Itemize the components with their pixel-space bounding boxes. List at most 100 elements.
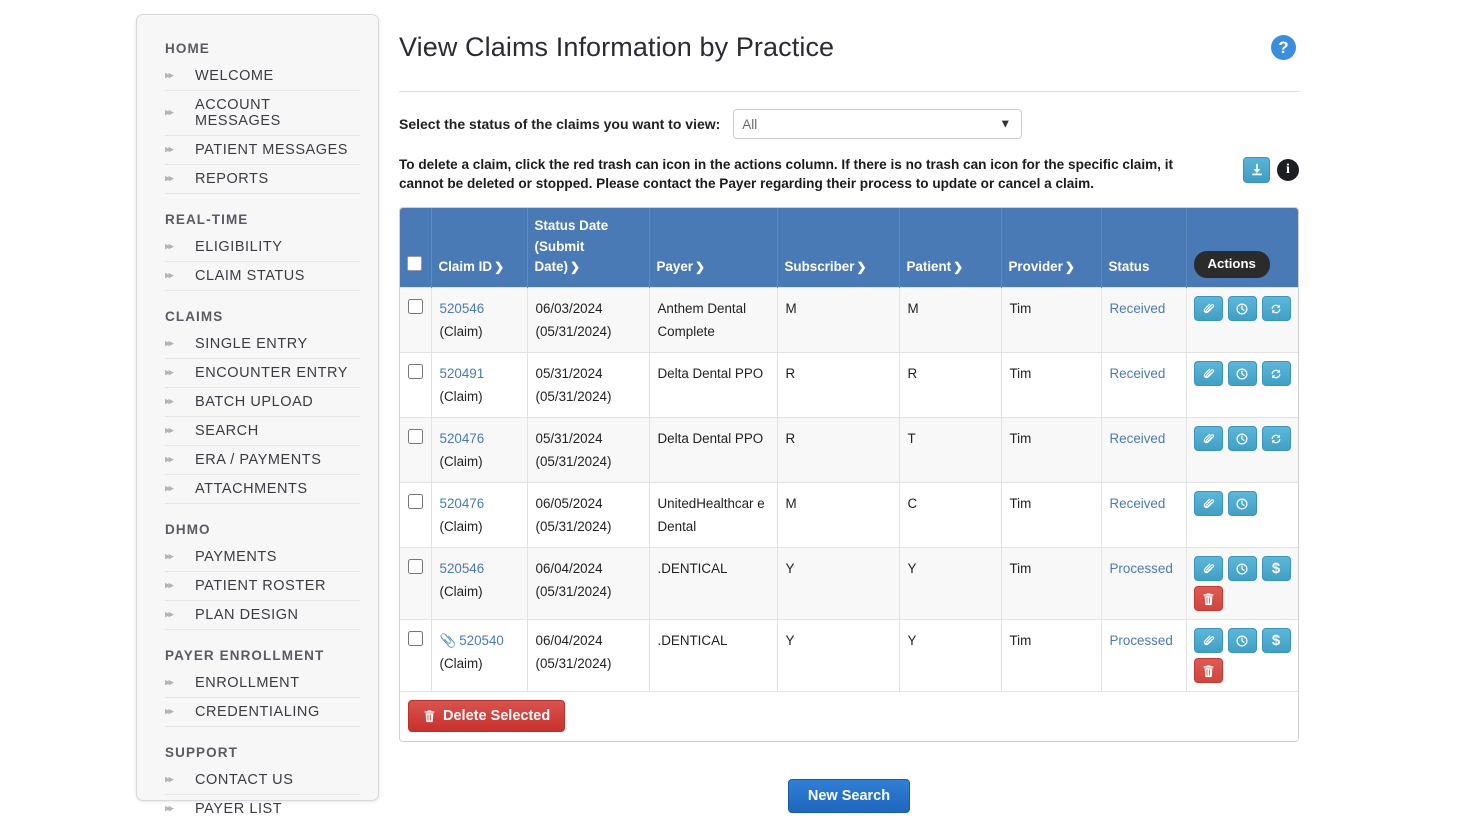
cell-payer: .DENTICAL <box>649 619 778 692</box>
status-badge[interactable]: Received <box>1110 496 1166 511</box>
info-circle-icon[interactable]: i <box>1277 159 1299 182</box>
status-date-value: 05/31/2024 <box>535 431 603 447</box>
status-date-value: 06/05/2024 <box>535 496 603 512</box>
column-header-subscriber[interactable]: Subscriber ❯ <box>777 207 900 288</box>
status-badge[interactable]: Processed <box>1110 633 1173 648</box>
chevron-right-icon: ▸▸ <box>165 579 174 592</box>
refresh-action-button[interactable] <box>1261 361 1291 387</box>
cell-claim-id: 520546 (Claim) <box>431 547 528 620</box>
sidebar-item-reports[interactable]: ▸▸ REPORTS <box>165 165 360 194</box>
claim-id-link[interactable]: 520540 <box>459 633 504 648</box>
sidebar-item-single-entry[interactable]: ▸▸ SINGLE ENTRY <box>165 330 360 359</box>
action-buttons <box>1193 426 1294 452</box>
column-header-actions: Actions <box>1186 207 1298 288</box>
claim-id-link[interactable]: 520546 <box>440 301 485 316</box>
history-action-button[interactable] <box>1227 426 1257 452</box>
sidebar-item-eligibility[interactable]: ▸▸ ELIGIBILITY <box>165 233 360 262</box>
status-badge[interactable]: Received <box>1110 366 1166 381</box>
column-header-patient[interactable]: Patient ❯ <box>899 207 1002 288</box>
history-action-button[interactable] <box>1227 361 1257 387</box>
attachment-action-button[interactable] <box>1193 628 1223 654</box>
sidebar-item-enrollment[interactable]: ▸▸ ENROLLMENT <box>165 669 360 698</box>
attachment-action-button[interactable] <box>1193 296 1223 322</box>
status-badge[interactable]: Received <box>1110 431 1166 446</box>
sidebar-item-label: CONTACT US <box>195 772 294 788</box>
row-select-checkbox[interactable] <box>408 494 423 510</box>
sidebar-item-account-messages[interactable]: ▸▸ ACCOUNT MESSAGES <box>165 91 360 136</box>
row-select-checkbox[interactable] <box>408 631 423 647</box>
refresh-action-button[interactable] <box>1261 426 1291 452</box>
history-action-button[interactable] <box>1227 296 1257 322</box>
row-select-cell <box>400 417 432 483</box>
row-select-checkbox[interactable] <box>408 559 423 575</box>
row-select-checkbox[interactable] <box>408 429 423 445</box>
attachment-action-button[interactable] <box>1193 556 1223 582</box>
row-select-checkbox[interactable] <box>408 299 423 315</box>
sort-arrow-icon: ❯ <box>569 260 581 275</box>
history-action-button[interactable] <box>1227 556 1257 582</box>
column-header-status-date[interactable]: Status Date (Submit Date) ❯ <box>527 207 650 288</box>
status-badge[interactable]: Received <box>1110 301 1166 316</box>
sidebar-item-contact-us[interactable]: ▸▸ CONTACT US <box>165 766 360 795</box>
column-header-patient-label: Patient <box>906 259 952 275</box>
sidebar-item-claim-status[interactable]: ▸▸ CLAIM STATUS <box>165 262 360 291</box>
submit-date-value: (05/31/2024) <box>535 584 612 600</box>
attachment-action-button[interactable] <box>1193 361 1223 387</box>
column-header-provider[interactable]: Provider ❯ <box>1001 207 1102 288</box>
trash-action-button[interactable] <box>1193 658 1223 684</box>
dollar-action-button[interactable]: $ <box>1261 628 1291 654</box>
status-filter-label: Select the status of the claims you want… <box>399 116 721 133</box>
new-search-button[interactable]: New Search <box>787 779 911 814</box>
history-icon <box>1235 634 1249 648</box>
question-circle-icon[interactable]: ? <box>1271 35 1296 61</box>
sidebar-item-batch-upload[interactable]: ▸▸ BATCH UPLOAD <box>165 388 360 417</box>
notice-row: To delete a claim, click the red trash c… <box>399 155 1299 194</box>
column-header-claim-id[interactable]: Claim ID ❯ <box>431 207 528 288</box>
column-header-status-label: Status <box>1108 259 1150 275</box>
sidebar-group-claims: CLAIMS ▸▸ SINGLE ENTRY ▸▸ ENCOUNTER ENTRY ▸▸ B… <box>137 301 378 514</box>
history-action-button[interactable] <box>1227 628 1257 654</box>
submit-date-value: (05/31/2024) <box>535 389 612 405</box>
sort-arrow-icon: ❯ <box>694 260 706 275</box>
row-select-checkbox[interactable] <box>408 364 423 380</box>
claim-id-link[interactable]: 520491 <box>440 366 485 381</box>
sidebar-item-credentialing[interactable]: ▸▸ CREDENTIALING <box>165 698 360 727</box>
delete-selected-button[interactable]: Delete Selected <box>408 700 566 733</box>
sidebar-item-label: PAYER LIST <box>195 801 283 817</box>
trash-action-button[interactable] <box>1193 586 1223 612</box>
refresh-action-button[interactable] <box>1261 296 1291 322</box>
column-header-payer[interactable]: Payer ❯ <box>649 207 778 288</box>
sidebar-item-plan-design[interactable]: ▸▸ PLAN DESIGN <box>165 601 360 630</box>
cell-status-date: 06/05/2024 (05/31/2024) <box>527 482 650 548</box>
chevron-right-icon: ▸▸ <box>165 337 174 350</box>
download-icon[interactable] <box>1243 157 1270 184</box>
sidebar-item-payer-list[interactable]: ▸▸ PAYER LIST <box>165 795 360 820</box>
sidebar-item-era-payments[interactable]: ▸▸ ERA / PAYMENTS <box>165 446 360 475</box>
chevron-right-icon: ▸▸ <box>165 395 174 408</box>
cell-provider: Tim <box>1001 482 1102 548</box>
sidebar-item-welcome[interactable]: ▸▸ WELCOME <box>165 62 360 91</box>
sidebar-item-payments[interactable]: ▸▸ PAYMENTS <box>165 543 360 572</box>
sort-arrow-icon: ❯ <box>494 260 505 275</box>
notice-icons: i <box>1243 155 1299 184</box>
status-badge[interactable]: Processed <box>1110 561 1173 576</box>
cell-claim-id: 520476 (Claim) <box>431 417 528 483</box>
history-action-button[interactable] <box>1227 491 1257 517</box>
sidebar-item-encounter-entry[interactable]: ▸▸ ENCOUNTER ENTRY <box>165 359 360 388</box>
sidebar-item-patient-roster[interactable]: ▸▸ PATIENT ROSTER <box>165 572 360 601</box>
select-all-checkbox[interactable] <box>407 256 422 272</box>
sidebar-item-attachments[interactable]: ▸▸ ATTACHMENTS <box>165 475 360 504</box>
status-filter-select[interactable]: All <box>733 109 1023 140</box>
claim-id-link[interactable]: 520546 <box>440 561 485 576</box>
claim-id-link[interactable]: 520476 <box>440 496 485 511</box>
sidebar-group-title: CLAIMS <box>165 309 224 324</box>
attachment-action-button[interactable] <box>1193 426 1223 452</box>
dollar-action-button[interactable]: $ <box>1261 556 1291 582</box>
attachment-icon <box>1202 367 1215 380</box>
claim-id-link[interactable]: 520476 <box>440 431 485 446</box>
sidebar-group-support: SUPPORT▸▸CONTACT US▸▸PAYER LIST▸▸ACTIVIT… <box>137 737 378 820</box>
attachment-action-button[interactable] <box>1193 491 1223 517</box>
dollar-icon: $ <box>1271 632 1281 650</box>
sidebar-item-search[interactable]: ▸▸ SEARCH <box>165 417 360 446</box>
sidebar-item-patient-messages[interactable]: ▸▸ PATIENT MESSAGES <box>165 136 360 165</box>
